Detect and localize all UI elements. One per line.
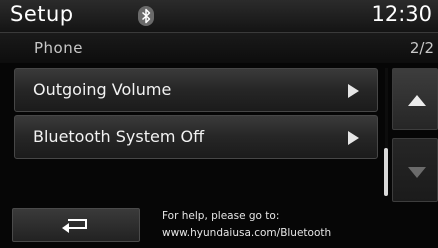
menu-item-outgoing-volume[interactable]: Outgoing Volume	[14, 68, 378, 112]
header-bar: Setup 12:30	[0, 0, 438, 33]
arrow-down-icon	[408, 167, 426, 178]
menu-item-bluetooth-system-off[interactable]: Bluetooth System Off	[14, 115, 378, 159]
scrollbar-thumb[interactable]	[384, 148, 388, 196]
scroll-down-button[interactable]	[392, 138, 438, 202]
back-button[interactable]	[12, 208, 140, 242]
chevron-right-icon	[348, 84, 359, 98]
chevron-right-icon	[348, 131, 359, 145]
section-title: Phone	[34, 39, 83, 57]
page-indicator: 2/2	[409, 39, 434, 57]
setup-phone-screen: Setup 12:30 Phone 2/2 Outgoing Volume Bl…	[0, 0, 438, 248]
help-text-line1: For help, please go to:	[162, 210, 280, 222]
arrow-up-icon	[408, 95, 426, 106]
page-title: Setup	[10, 2, 74, 26]
help-text-url: www.hyundaiusa.com/Bluetooth	[162, 227, 332, 239]
bluetooth-icon	[136, 6, 156, 26]
subheader-bar: Phone 2/2	[0, 33, 438, 63]
menu-item-label: Bluetooth System Off	[33, 127, 205, 146]
scroll-up-button[interactable]	[392, 68, 438, 130]
menu-item-label: Outgoing Volume	[33, 80, 172, 99]
clock: 12:30	[371, 2, 432, 26]
back-return-icon	[62, 219, 87, 233]
